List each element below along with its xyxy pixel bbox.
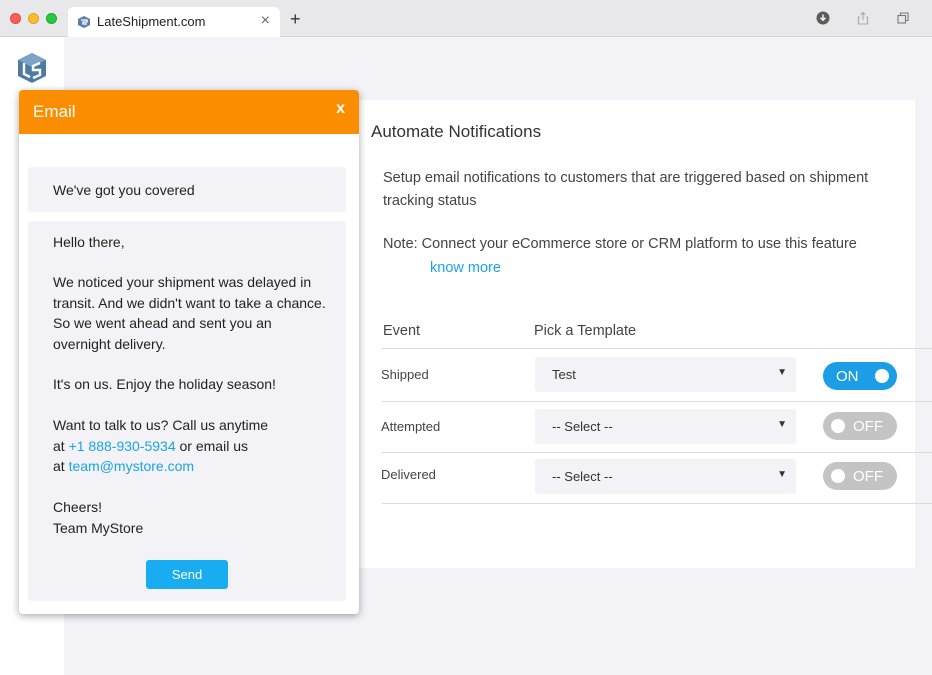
email-link[interactable]: team@mystore.com	[69, 458, 194, 474]
toggle-label: ON	[836, 368, 859, 385]
signoff: Cheers! Team MyStore	[53, 497, 353, 538]
paragraph-line: We noticed your shipment was delayed in	[53, 274, 312, 290]
template-select[interactable]: -- Select -- ▼	[535, 409, 796, 444]
event-label: Attempted	[381, 419, 441, 434]
email-subject-field[interactable]: We've got you covered	[28, 167, 346, 212]
paragraph-line: Want to talk to us? Call us anytime	[53, 417, 269, 433]
select-value: -- Select --	[552, 469, 613, 484]
know-more-link[interactable]: know more	[430, 260, 501, 276]
paragraph-delay: We noticed your shipment was delayed in …	[53, 272, 353, 354]
divider	[382, 452, 932, 453]
text-at: at	[53, 458, 69, 474]
paragraph-line: at team@mystore.com	[53, 456, 353, 477]
signoff-line: Team MyStore	[53, 519, 144, 536]
paragraph-line: So we went ahead and sent you an	[53, 315, 272, 331]
dialog-header: Email x	[19, 90, 359, 134]
window-minimize-button[interactable]	[28, 13, 39, 24]
column-header-event: Event	[383, 323, 421, 339]
description: Setup email notifications to customers t…	[383, 170, 869, 209]
divider	[382, 401, 932, 402]
paragraph-line: at +1 888-930-5934 or email us	[53, 436, 353, 457]
paragraph-line: transit. And we didn't want to take a ch…	[53, 294, 326, 311]
notification-toggle[interactable]: OFF	[823, 412, 897, 440]
divider	[382, 348, 932, 349]
close-icon[interactable]: x	[336, 100, 345, 118]
download-icon[interactable]	[816, 11, 830, 25]
page-title: Automate Notifications	[371, 122, 542, 141]
browser-toolbar: LateShipment.com × +	[0, 0, 932, 37]
email-dialog: Email x We've got you covered Hello ther…	[19, 90, 359, 614]
text-or: or email us	[175, 437, 248, 454]
share-icon[interactable]	[856, 11, 870, 25]
toggle-knob	[875, 369, 889, 383]
chevron-down-icon: ▼	[777, 469, 787, 480]
chevron-down-icon: ▼	[777, 367, 787, 378]
toggle-label: OFF	[853, 468, 883, 485]
template-select[interactable]: Test ▼	[535, 357, 796, 392]
chevron-down-icon: ▼	[777, 419, 787, 430]
column-header-template: Pick a Template	[534, 323, 637, 339]
signoff-line: Cheers!	[53, 499, 103, 515]
text-at: at	[53, 437, 69, 454]
note-text: Note: Connect your eCommerce store or CR…	[383, 236, 857, 252]
new-tab-button[interactable]: +	[290, 10, 301, 28]
logo-icon[interactable]	[16, 52, 48, 84]
paragraph-contact: Want to talk to us? Call us anytime at +…	[53, 415, 353, 477]
paragraph-holiday: It's on us. Enjoy the holiday season!	[53, 376, 276, 392]
paragraph-line: overnight delivery.	[53, 335, 166, 352]
subject-text: We've got you covered	[53, 182, 195, 198]
event-label: Shipped	[381, 367, 429, 382]
notification-toggle[interactable]: OFF	[823, 462, 897, 490]
tab-close-icon[interactable]: ×	[261, 12, 270, 30]
window-icon[interactable]	[896, 11, 910, 25]
email-body-field[interactable]: Hello there, We noticed your shipment wa…	[28, 221, 346, 601]
send-button[interactable]: Send	[146, 560, 228, 589]
event-label: Delivered	[381, 467, 436, 482]
toggle-label: OFF	[853, 418, 883, 435]
notifications-card: Automate Notifications Setup email notif…	[355, 100, 932, 568]
browser-tab[interactable]: LateShipment.com ×	[68, 7, 280, 37]
tab-title: LateShipment.com	[97, 14, 206, 29]
template-select[interactable]: -- Select -- ▼	[535, 459, 796, 494]
divider	[382, 503, 932, 504]
dialog-title: Email	[33, 102, 76, 121]
toggle-knob	[831, 469, 845, 483]
phone-link[interactable]: +1 888-930-5934	[69, 438, 176, 454]
select-value: -- Select --	[552, 419, 613, 434]
greeting: Hello there,	[53, 234, 125, 250]
window-close-button[interactable]	[10, 13, 21, 24]
toggle-knob	[831, 419, 845, 433]
select-value: Test	[552, 367, 576, 382]
favicon-icon	[78, 16, 90, 28]
notification-toggle[interactable]: ON	[823, 362, 897, 390]
window-zoom-button[interactable]	[46, 13, 57, 24]
